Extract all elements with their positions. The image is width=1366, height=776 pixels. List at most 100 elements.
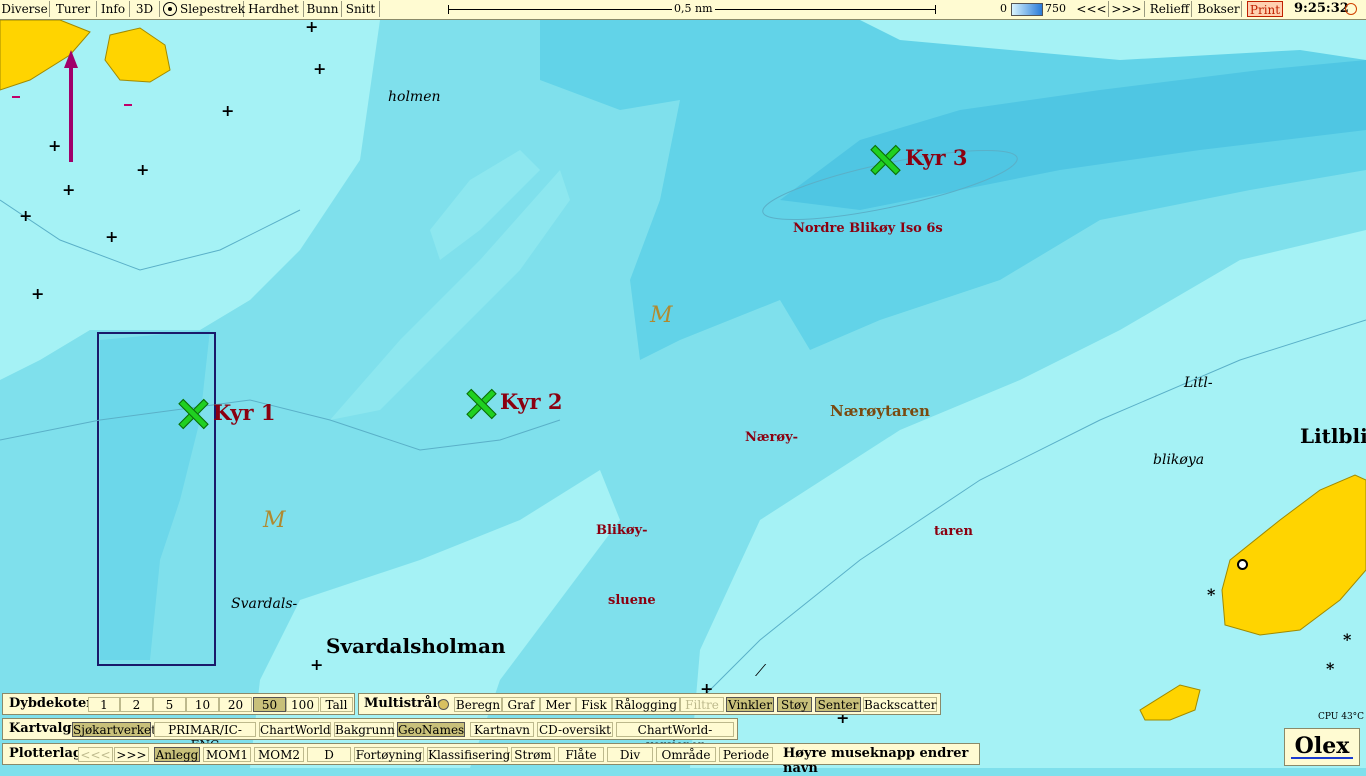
place-blikoy: Blikøy- (596, 523, 648, 538)
layer-strom-button[interactable]: Strøm (511, 747, 555, 762)
clock: 9:25:32 (1294, 1, 1349, 16)
senter-button[interactable]: Senter (815, 697, 861, 712)
depth-min-label: 0 (1000, 2, 1007, 15)
mark-kyr2-label: Kyr 2 (500, 389, 563, 414)
multistrale-indicator-icon[interactable] (438, 699, 449, 710)
seabed-symbol: M (650, 303, 673, 328)
sounding-marker: + (136, 160, 150, 179)
place-naeroy: Nærøy- (745, 430, 799, 445)
panel-plotterlag: Plotterlag <<< >>> Anlegg MOM1 MOM2 D Fo… (2, 743, 980, 776)
seabed-symbol: M (263, 508, 286, 533)
sun-icon[interactable] (1345, 3, 1357, 15)
print-button[interactable]: Print (1247, 1, 1283, 17)
marker-dash (124, 104, 132, 106)
panel-kartvalg: Kartvalg Sjøkartverket PRIMAR/IC-ENC Cha… (2, 718, 738, 752)
backscatter-button[interactable]: Backscatter (863, 697, 937, 712)
graf-button[interactable]: Graf (502, 697, 540, 712)
cpu-temperature: CPU 43°C (1318, 712, 1365, 722)
rock-marker: * (1343, 630, 1352, 649)
layer-d-button[interactable]: D (307, 747, 351, 762)
layer-fortoyning-button[interactable]: Fortøyning (354, 747, 424, 762)
chart-map[interactable] (0, 0, 1366, 768)
layer-klassifisering-button[interactable]: Klassifisering (427, 747, 510, 762)
sounding-marker: + (105, 227, 119, 246)
chartworld-button[interactable]: ChartWorld (259, 722, 331, 737)
layer-mom1-button[interactable]: MOM1 (203, 747, 251, 762)
place-holmen: holmen (388, 89, 441, 105)
layer-periode-button[interactable]: Periode (719, 747, 773, 762)
place-svardals: Svardals- (231, 596, 298, 612)
layer-flate-button[interactable]: Flåte (558, 747, 604, 762)
depth-gradient[interactable] (1011, 3, 1043, 16)
bokser-button[interactable]: Bokser (1196, 1, 1242, 17)
panel-title: Multistråle (364, 696, 446, 711)
depth-10-button[interactable]: 10 (186, 697, 219, 712)
place-svardalsholman: Svardalsholman (326, 634, 506, 658)
mark-kyr2-icon[interactable] (465, 388, 495, 418)
plotter-next-button[interactable]: >>> (114, 747, 149, 762)
sounding-marker: + (19, 206, 33, 225)
depth-5-button[interactable]: 5 (153, 697, 186, 712)
olex-logo[interactable]: Olex (1284, 728, 1360, 766)
rock-marker: * (1326, 659, 1335, 678)
mark-kyr1-icon[interactable] (177, 398, 207, 428)
depth-2-button[interactable]: 2 (120, 697, 153, 712)
geonames-button[interactable]: GeoNames (397, 722, 465, 737)
sounding-marker: + (313, 59, 327, 78)
place-blikoya: blikøya (1153, 452, 1205, 468)
menu-info[interactable]: Info (97, 1, 130, 17)
depth-50-button[interactable]: 50 (253, 697, 286, 712)
menu-bunn[interactable]: Bunn (304, 1, 342, 17)
layer-div-button[interactable]: Div (607, 747, 653, 762)
depth-20-button[interactable]: 20 (219, 697, 252, 712)
layer-anlegg-button[interactable]: Anlegg (154, 747, 200, 762)
chartworld-versjoner-button[interactable]: ChartWorld-versjoner (616, 722, 734, 752)
ralogging-button[interactable]: Rålogging (612, 697, 680, 712)
depth-1-button[interactable]: 1 (88, 697, 120, 712)
scale-label: 0,5 nm (672, 2, 715, 15)
sounding-marker: + (31, 284, 45, 303)
depth-100-button[interactable]: 100 (286, 697, 319, 712)
cd-oversikt-button[interactable]: CD-oversikt (537, 722, 613, 737)
sjokartverket-button[interactable]: Sjøkartverket (72, 722, 156, 737)
kartnavn-button[interactable]: Kartnavn (470, 722, 534, 737)
depth-max-label: 750 (1045, 2, 1066, 15)
layer-omrade-button[interactable]: Område (656, 747, 716, 762)
stoy-button[interactable]: Støy (777, 697, 812, 712)
panel-dybdekoter: Dybdekoter 1 2 5 10 20 50 100 Tall (2, 693, 355, 715)
compass-icon[interactable] (163, 2, 177, 16)
fisk-button[interactable]: Fisk (576, 697, 612, 712)
panel-title: Dybdekoter (9, 696, 94, 711)
anchor-icon: ⟋ (755, 661, 767, 680)
mark-kyr1-label: Kyr 1 (213, 400, 276, 425)
bakgrunn-button[interactable]: Bakgrunn (334, 722, 395, 737)
depth-tall-button[interactable]: Tall (320, 697, 353, 712)
sounding-marker: + (62, 180, 76, 199)
mark-kyr3-icon[interactable] (869, 144, 899, 174)
menu-snitt[interactable]: Snitt (342, 1, 380, 17)
filtre-button[interactable]: Filtre (680, 697, 724, 712)
place-litl: Litl- (1184, 375, 1213, 391)
vinkler-button[interactable]: Vinkler (726, 697, 774, 712)
light-label: Nordre Blikøy Iso 6s (793, 221, 943, 236)
rock-marker: * (1207, 585, 1216, 604)
panel-multistrale: Multistråle Beregn Graf Mer Fisk Råloggi… (358, 693, 941, 715)
plotter-prev-button[interactable]: <<< (78, 747, 113, 762)
mer-button[interactable]: Mer (540, 697, 576, 712)
layer-mom2-button[interactable]: MOM2 (254, 747, 304, 762)
nav-back-button[interactable]: <<< (1075, 1, 1109, 17)
menu-turer[interactable]: Turer (50, 1, 97, 17)
menu-slepestrek[interactable]: Slepestrek (180, 1, 245, 17)
mark-kyr3-label: Kyr 3 (905, 145, 968, 170)
primar-button[interactable]: PRIMAR/IC-ENC (154, 722, 256, 752)
top-toolbar: Diverse Turer Info 3D Slepestrek Hardhet… (0, 0, 1366, 20)
menu-3d[interactable]: 3D (130, 1, 160, 17)
menu-hardhet[interactable]: Hardhet (244, 1, 304, 17)
menu-diverse[interactable]: Diverse (0, 1, 50, 17)
relieff-button[interactable]: Relieff (1148, 1, 1192, 17)
nav-forward-button[interactable]: >>> (1109, 1, 1145, 17)
sounding-marker: + (48, 136, 62, 155)
beregn-button[interactable]: Beregn (454, 697, 502, 712)
lighthouse-icon[interactable] (1237, 559, 1248, 570)
panel-title: Kartvalg (9, 721, 72, 736)
